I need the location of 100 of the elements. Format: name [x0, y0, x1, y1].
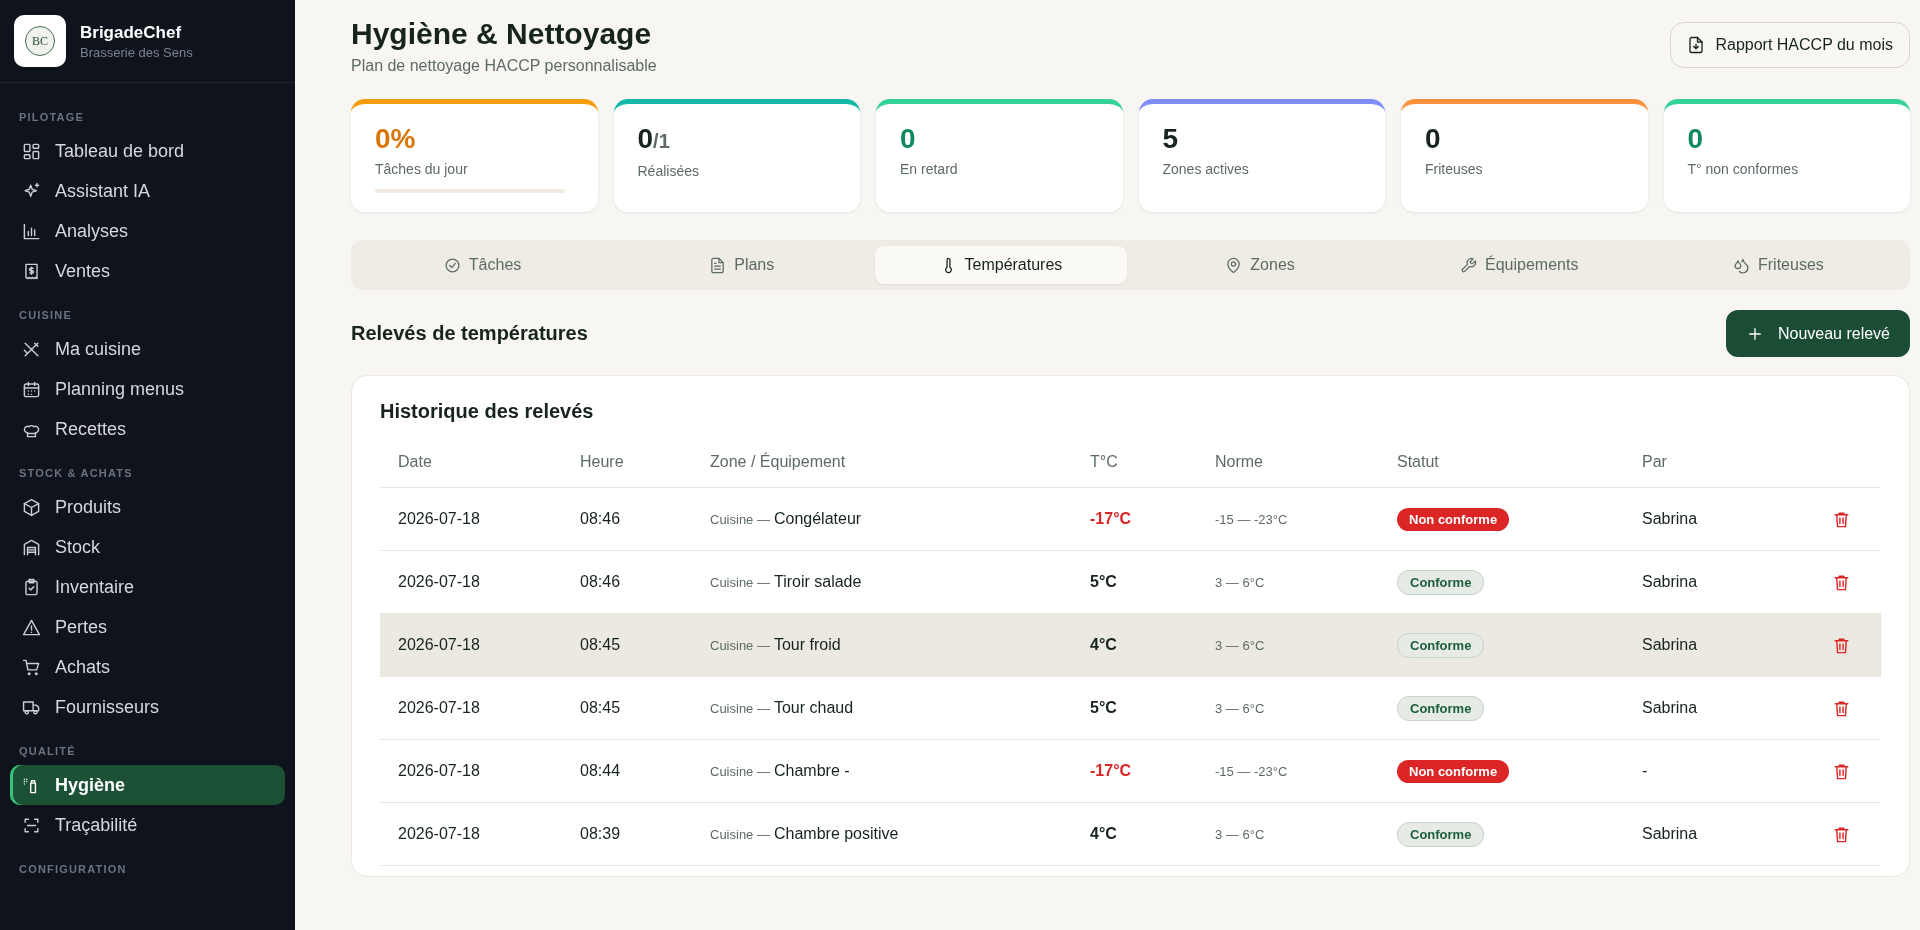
zone-label: Cuisine —	[710, 512, 770, 527]
column-header: Date	[398, 453, 432, 471]
clipboard-check-icon	[22, 577, 41, 597]
sidebar-item[interactable]: Planning menus	[10, 369, 285, 409]
author-cell: Sabrina	[1642, 573, 1698, 591]
section-title: Relevés de températures	[351, 322, 588, 345]
app-name: BrigadeChef	[80, 22, 183, 43]
temperature-cell: 4°C	[1090, 825, 1117, 843]
warehouse-icon	[22, 537, 41, 557]
sidebar-item[interactable]: Fournisseurs	[10, 687, 285, 727]
trash-icon	[1832, 824, 1851, 844]
sidebar-item[interactable]: Stock	[10, 527, 285, 567]
equipment-name: Congélateur	[773, 510, 862, 527]
scan-icon	[22, 815, 41, 835]
time-cell: 08:45	[580, 699, 621, 717]
receipt-icon	[22, 261, 41, 281]
stat-label: T° non conformes	[1687, 161, 1800, 177]
report-button[interactable]: Rapport HACCP du mois	[1670, 22, 1910, 68]
trash-icon	[1832, 509, 1851, 529]
droplets-icon	[1733, 256, 1750, 274]
sidebar-item[interactable]: Ventes	[10, 251, 285, 291]
tab[interactable]: Équipements	[1393, 246, 1645, 284]
time-cell: 08:46	[580, 510, 621, 528]
sidebar-item[interactable]: Ma cuisine	[10, 329, 285, 369]
status-badge: Conforme	[1397, 569, 1485, 595]
equipment-name: Chambre -	[773, 762, 850, 779]
norm-cell: 3 — 6°C	[1215, 574, 1265, 590]
temperature-cell: 5°C	[1090, 699, 1117, 717]
sidebar-item[interactable]: Inventaire	[10, 567, 285, 607]
sidebar-item[interactable]: Hygiène	[10, 765, 285, 805]
page-subtitle: Plan de nettoyage HACCP personnalisable	[351, 57, 657, 75]
calendar-icon	[22, 379, 41, 399]
stat-label: Tâches du jour	[375, 161, 469, 177]
temperature-cell: 4°C	[1090, 636, 1117, 654]
equipment-name: Tour froid	[773, 636, 841, 653]
tab[interactable]: Tâches	[357, 246, 609, 284]
stat-value: 0/1	[637, 122, 671, 156]
column-header: T°C	[1090, 453, 1118, 471]
section-label: CONFIGURATION	[18, 862, 128, 877]
norm-cell: 3 — 6°C	[1215, 700, 1265, 716]
warning-icon	[22, 617, 41, 637]
column-header: Par	[1642, 453, 1667, 471]
stat-value: 0	[1425, 122, 1442, 156]
status-badge: Non conforme	[1397, 759, 1510, 783]
date-cell: 2026-07-18	[398, 573, 480, 591]
stat-label: Friteuses	[1425, 161, 1484, 177]
crossed-utensils-icon	[22, 339, 41, 359]
norm-cell: 3 — 6°C	[1215, 826, 1265, 842]
trash-icon	[1832, 698, 1851, 718]
norm-cell: 3 — 6°C	[1215, 637, 1265, 653]
file-download-icon	[1687, 36, 1706, 54]
sidebar-item[interactable]: Tableau de bord	[10, 131, 285, 171]
status-badge: Conforme	[1397, 695, 1485, 721]
card-title: Historique des relevés	[380, 400, 595, 423]
norm-cell: -15 — -23°C	[1215, 763, 1288, 779]
date-cell: 2026-07-18	[398, 636, 480, 654]
trash-icon	[1832, 761, 1851, 781]
tab[interactable]: Zones	[1134, 246, 1386, 284]
restaurant-name: Brasserie des Sens	[80, 44, 193, 60]
column-header: Heure	[580, 453, 624, 471]
circle-check-icon	[443, 256, 461, 274]
status-badge: Conforme	[1397, 632, 1485, 658]
date-cell: 2026-07-18	[398, 762, 480, 780]
new-reading-button[interactable]: Nouveau relevé	[1725, 310, 1910, 357]
time-cell: 08:45	[580, 636, 621, 654]
tab[interactable]: Friteuses	[1652, 246, 1904, 284]
zone-label: Cuisine —	[710, 701, 770, 716]
section-label: QUALITÉ	[18, 744, 77, 759]
status-badge: Conforme	[1397, 821, 1485, 847]
date-cell: 2026-07-18	[398, 825, 480, 843]
sidebar-item[interactable]: Achats	[10, 647, 285, 687]
author-cell: Sabrina	[1642, 699, 1698, 717]
equipment-name: Tour chaud	[773, 699, 854, 716]
author-cell: Sabrina	[1642, 636, 1698, 654]
sidebar-item[interactable]: Pertes	[10, 607, 285, 647]
zone-label: Cuisine —	[710, 764, 770, 779]
time-cell: 08:46	[580, 573, 621, 591]
sidebar-item[interactable]: Recettes	[10, 409, 285, 449]
zone-label: Cuisine —	[710, 575, 770, 590]
bar-chart-icon	[22, 221, 41, 241]
stat-value: 0%	[375, 122, 417, 156]
tab[interactable]: Températures	[875, 246, 1127, 284]
time-cell: 08:44	[580, 762, 621, 780]
time-cell: 08:39	[580, 825, 621, 843]
trash-icon	[1832, 635, 1851, 655]
temperature-cell: -17°C	[1090, 762, 1132, 780]
sidebar-item[interactable]: Traçabilité	[10, 805, 285, 845]
tab[interactable]: Plans	[616, 246, 868, 284]
column-header: Statut	[1397, 453, 1439, 471]
sidebar-item[interactable]: Produits	[10, 487, 285, 527]
sidebar-item[interactable]: Assistant IA	[10, 171, 285, 211]
author-cell: Sabrina	[1642, 510, 1698, 528]
section-label: CUISINE	[18, 308, 74, 323]
section-label: PILOTAGE	[18, 110, 85, 125]
stat-label: Zones actives	[1162, 161, 1250, 177]
sidebar-item[interactable]: Analyses	[10, 211, 285, 251]
author-cell: -	[1642, 762, 1648, 780]
document-icon	[709, 256, 727, 274]
stat-value: 0	[900, 122, 917, 156]
section-label: STOCK & ACHATS	[18, 466, 134, 481]
